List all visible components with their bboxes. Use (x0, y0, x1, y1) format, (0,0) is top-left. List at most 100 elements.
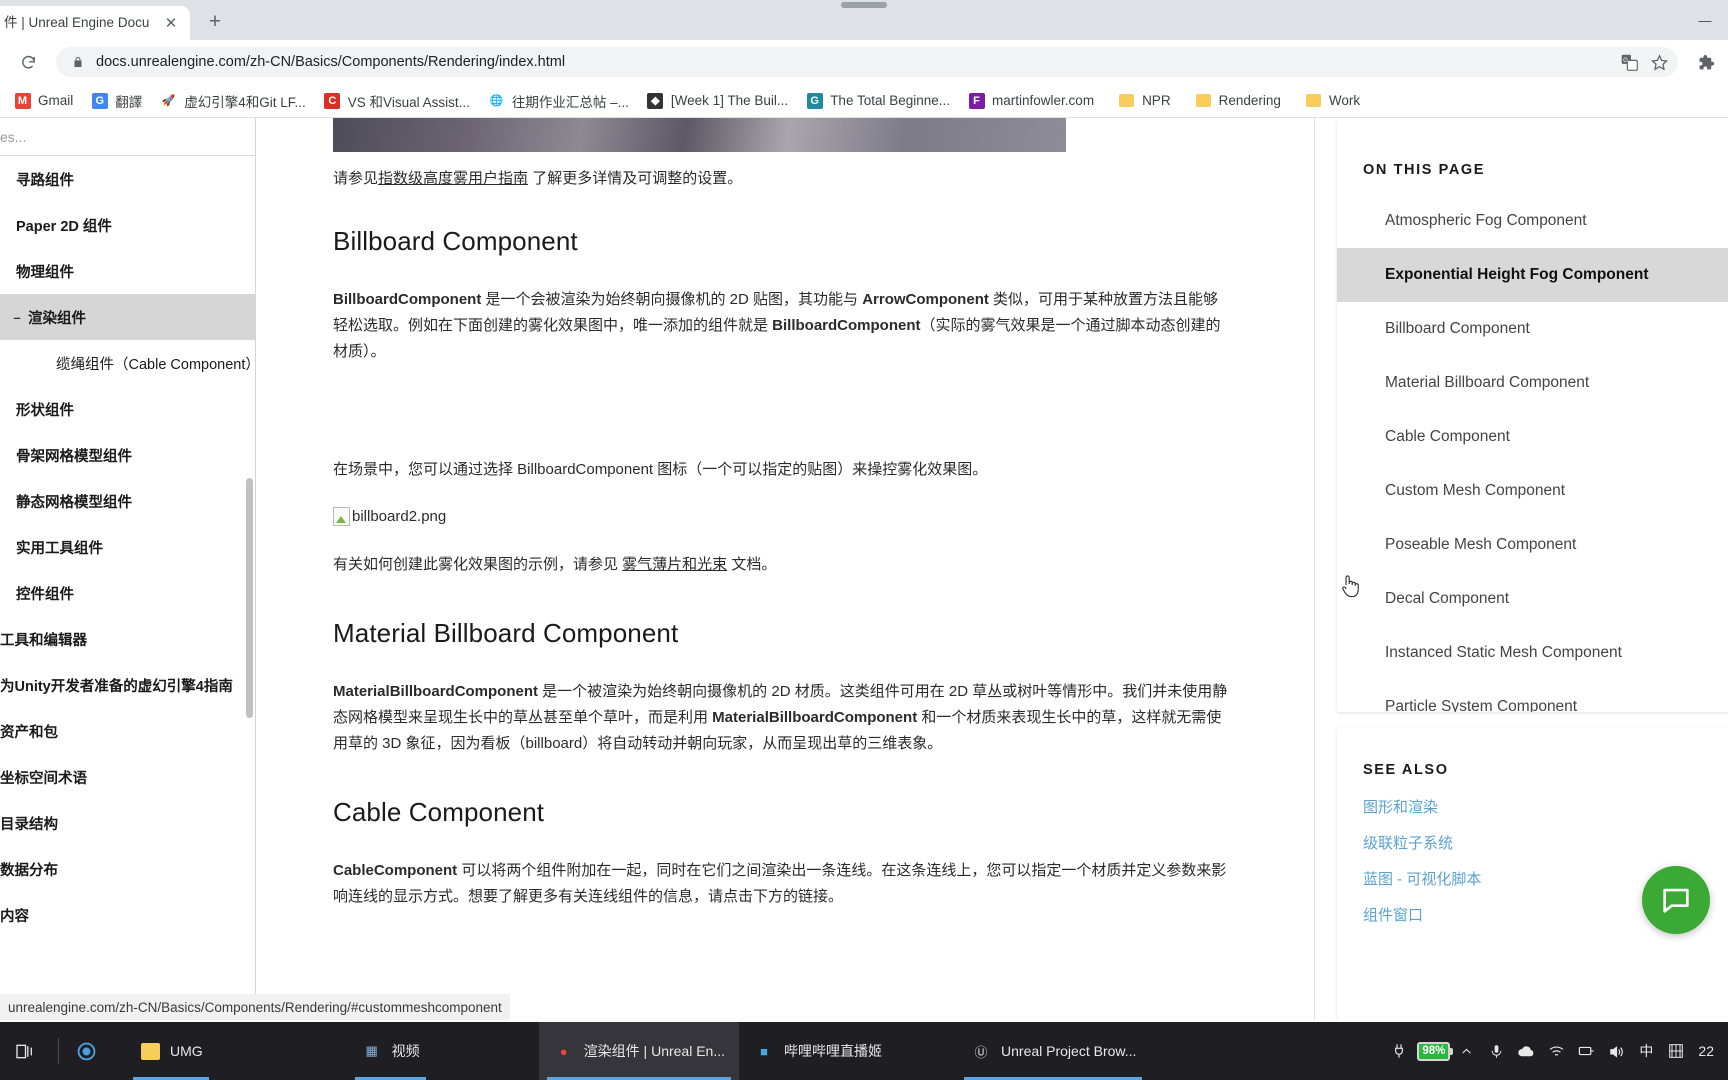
minimize-icon[interactable]: — (1682, 0, 1728, 40)
bookmark-item[interactable]: Work (1297, 88, 1368, 114)
sidebar-item[interactable]: 寻路组件 (0, 156, 255, 202)
sidebar-item-label: 为Unity开发者准备的虚幻引擎4指南 (0, 678, 233, 695)
sidebar-item-label: 控件组件 (16, 586, 74, 603)
see-also-link[interactable]: 级联粒子系统 (1337, 824, 1728, 860)
plug-icon[interactable] (1385, 1022, 1413, 1080)
bookmark-item[interactable]: ◆ [Week 1] The Buil... (639, 88, 796, 114)
see-also-link[interactable]: 图形和渲染 (1337, 788, 1728, 824)
billboard-p3-prefix: 有关如何创建此雾化效果图的示例，请参见 (333, 556, 623, 573)
taskbar-clock[interactable]: 22 (1692, 1043, 1720, 1059)
sidebar-item[interactable]: 静态网格模型组件 (0, 478, 255, 524)
taskbar-item[interactable]: ■ 哔哩哔哩直播姬 (739, 1022, 896, 1080)
bookmark-label: The Total Beginne... (830, 93, 951, 108)
sidebar-item[interactable]: 目录结构 (0, 800, 255, 846)
taskbar-item-label: UMG (170, 1043, 203, 1059)
sidebar-item[interactable]: 数据分布 (0, 846, 255, 892)
material-billboard-component-heading: Material Billboard Component (333, 618, 679, 648)
sidebar-search-input[interactable]: es... (0, 118, 255, 156)
billboard-paragraph-1: BillboardComponent 是一个会被渲染为始终朝向摄像机的 2D 贴… (333, 287, 1233, 365)
toc-item[interactable]: Decal Component (1337, 572, 1728, 626)
bookmark-item[interactable]: Fmartinfowler.com (960, 88, 1102, 114)
fog-sheets-and-beams-link[interactable]: 雾气薄片和光束 (622, 556, 727, 573)
sidebar-item-label: 静态网格模型组件 (16, 494, 132, 511)
billboard-paragraph-3: 有关如何创建此雾化效果图的示例，请参见 雾气薄片和光束 文档。 (333, 552, 1233, 578)
task-view-icon[interactable] (0, 1022, 50, 1080)
toc-item-label: Atmospheric Fog Component (1385, 212, 1587, 229)
billboard-paragraph-2: 在场景中，您可以通过选择 BillboardComponent 图标（一个可以指… (333, 461, 988, 478)
toc-item[interactable]: Instanced Static Mesh Component (1337, 626, 1728, 680)
toc-item[interactable]: Exponential Height Fog Component (1337, 248, 1728, 302)
toc-item[interactable]: Custom Mesh Component (1337, 464, 1728, 518)
sidebar-item[interactable]: 骨架网格模型组件 (0, 432, 255, 478)
sidebar-item[interactable]: – 渲染组件 (0, 294, 255, 340)
sidebar-item-label: 形状组件 (16, 402, 74, 419)
bookmark-item[interactable]: NPR (1110, 88, 1179, 114)
volume-icon[interactable] (1602, 1022, 1630, 1080)
toc-item[interactable]: Particle System Component (1337, 680, 1728, 712)
bookmark-item[interactable]: M Gmail (6, 88, 81, 114)
star-icon[interactable] (1646, 49, 1672, 75)
browser-tab[interactable]: 件 | Unreal Engine Docu ✕ (0, 6, 190, 40)
toc-item-label: Particle System Component (1385, 698, 1578, 712)
sidebar-item[interactable]: 缆绳组件（Cable Component） (0, 340, 255, 386)
toc-item[interactable]: Cable Component (1337, 410, 1728, 464)
bookmark-item[interactable]: 🌐 往期作业汇总帖 –... (480, 88, 637, 114)
sidebar-item[interactable]: 内容 (0, 892, 255, 938)
wifi-icon[interactable] (1542, 1022, 1570, 1080)
sidebar-item-label: 物理组件 (16, 264, 74, 281)
sidebar-item[interactable]: 物理组件 (0, 248, 255, 294)
taskbar-item[interactable]: UMG (125, 1022, 217, 1080)
onedrive-cloud-icon[interactable] (1512, 1022, 1540, 1080)
reload-icon[interactable] (13, 47, 43, 77)
ime-keyboard-icon[interactable] (1662, 1022, 1690, 1080)
sidebar-item[interactable]: 工具和编辑器 (0, 616, 255, 662)
collapse-toggle-icon[interactable]: – (10, 310, 24, 325)
bookmark-label: martinfowler.com (992, 93, 1095, 108)
bookmark-item[interactable]: C VS 和Visual Assist... (316, 88, 478, 114)
ime-chinese-icon[interactable]: 中 (1632, 1022, 1660, 1080)
toc-item[interactable]: Poseable Mesh Component (1337, 518, 1728, 572)
bookmark-item[interactable]: 🚀 虚幻引擎4和Git LF... (152, 88, 314, 114)
sidebar-item[interactable]: 控件组件 (0, 570, 255, 616)
bookmark-item[interactable]: G 翻譯 (83, 88, 150, 114)
exponential-height-fog-guide-link[interactable]: 指数级高度雾用户指南 (378, 170, 528, 187)
new-tab-button[interactable]: + (200, 7, 230, 37)
broken-image-icon (333, 507, 350, 526)
folder-icon (1305, 92, 1322, 109)
sidebar-nav-list: 寻路组件 Paper 2D 组件物理组件 – 渲染组件缆绳组件（Cable Compo… (0, 156, 255, 938)
bookmark-item[interactable]: G The Total Beginne... (798, 88, 958, 114)
system-tray: 98% 中 22 (1385, 1022, 1728, 1080)
sidebar-item[interactable]: 形状组件 (0, 386, 255, 432)
sidebar-scrollbar[interactable] (246, 478, 253, 718)
sidebar-item[interactable]: 坐标空间术语 (0, 754, 255, 800)
sidebar-item[interactable]: 实用工具组件 (0, 524, 255, 570)
battery-icon[interactable]: 98% (1417, 1041, 1454, 1061)
translate-icon[interactable]: G (1616, 49, 1642, 75)
sidebar-item[interactable]: Paper 2D 组件 (0, 202, 255, 248)
folder-icon (1118, 92, 1135, 109)
toc-item[interactable]: Billboard Component (1337, 302, 1728, 356)
toc-item[interactable]: Material Billboard Component (1337, 356, 1728, 410)
billboard-text-1: 是一个会被渲染为始终朝向摄像机的 2D 贴图，其功能与 (481, 291, 863, 308)
toc-item-label: Cable Component (1385, 428, 1510, 445)
sidebar-item[interactable]: 为Unity开发者准备的虚幻引擎4指南 (0, 662, 255, 708)
cortana-icon[interactable] (67, 1022, 105, 1080)
microphone-icon[interactable] (1482, 1022, 1510, 1080)
taskbar-item[interactable]: ▦ 视频 (347, 1022, 434, 1080)
toc-item[interactable]: Atmospheric Fog Component (1337, 194, 1728, 248)
taskbar-item[interactable]: ● 渲染组件 | Unreal En... (538, 1022, 740, 1080)
sidebar-item-label: 数据分布 (0, 862, 58, 879)
network-icon[interactable] (1572, 1022, 1600, 1080)
sidebar-item[interactable]: 资产和包 (0, 708, 255, 754)
close-icon[interactable]: ✕ (160, 12, 182, 34)
chevron-up-icon[interactable] (1452, 1022, 1480, 1080)
sidebar-item-label: 缆绳组件（Cable Component） (56, 356, 256, 373)
cable-component-heading: Cable Component (333, 797, 545, 827)
taskbar-item[interactable]: Ⓤ Unreal Project Brow... (956, 1022, 1150, 1080)
chat-bubble-icon[interactable] (1642, 866, 1710, 934)
bookmark-item[interactable]: Rendering (1187, 88, 1289, 114)
puzzle-icon[interactable] (1690, 47, 1720, 77)
material-billboard-term-2: MaterialBillboardComponent (712, 709, 918, 726)
address-bar[interactable]: docs.unrealengine.com/zh-CN/Basics/Compo… (56, 47, 1678, 77)
globe-icon: 🌐 (489, 95, 504, 107)
